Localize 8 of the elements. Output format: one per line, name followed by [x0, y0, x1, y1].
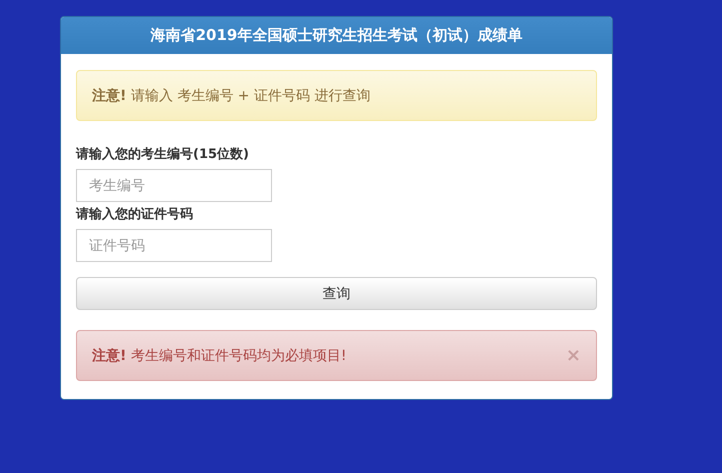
field-label: 请输入您的考生编号(15位数) [76, 146, 250, 163]
input-field[interactable]: 证件号码 [76, 229, 272, 262]
field-label: 请输入您的证件号码 [76, 206, 194, 223]
alert-message: 注意! 考生编号和证件号码均为必填项目! [92, 346, 346, 364]
panel-title: 海南省2019年全国硕士研究生招生考试（初试）成绩单 [150, 26, 522, 45]
alert-message: 注意! 请输入 考生编号 + 证件号码 进行查询 [92, 86, 370, 104]
input-field[interactable]: 考生编号 [76, 169, 272, 202]
submit-button[interactable]: 查询 [76, 277, 597, 310]
